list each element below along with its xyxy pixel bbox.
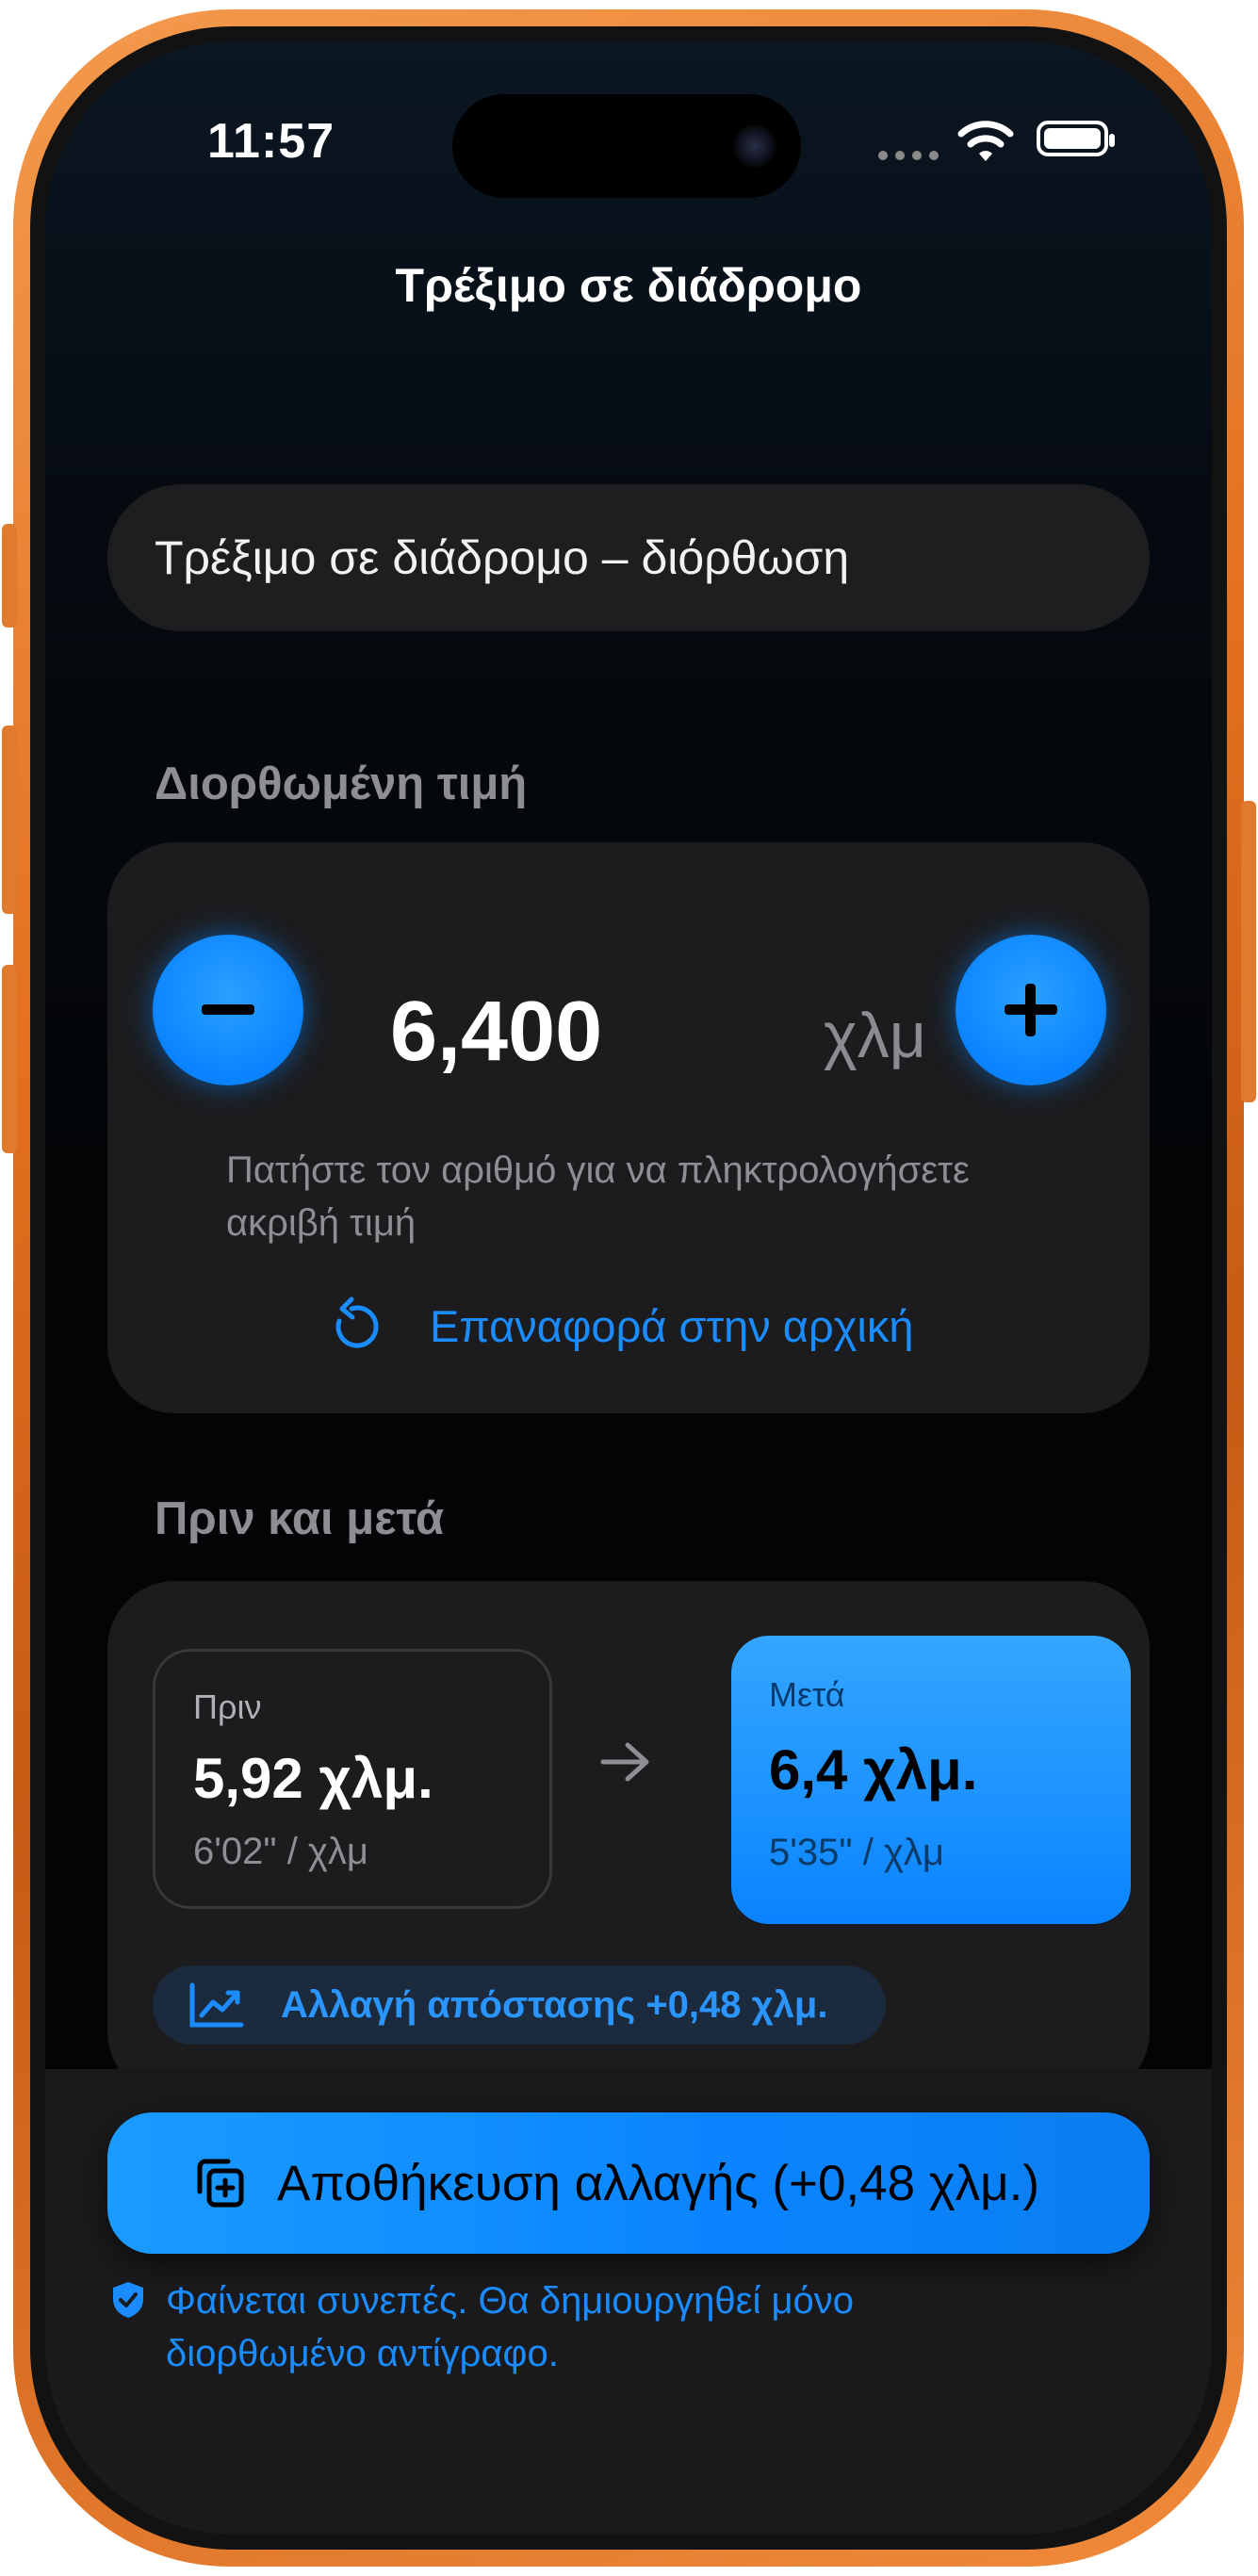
volume-down-button bbox=[2, 965, 17, 1153]
wifi-icon bbox=[957, 121, 1014, 161]
consistency-note: Φαίνεται συνεπές. Θα δημιουργηθεί μόνο δ… bbox=[111, 2274, 995, 2380]
battery-icon bbox=[1037, 121, 1115, 156]
save-change-button[interactable]: Αποθήκευση αλλαγής (+0,48 χλμ.) bbox=[107, 2112, 1150, 2254]
before-box: Πριν 5,92 χλμ. 6'02" / χλμ bbox=[153, 1649, 552, 1909]
distance-change-badge: Αλλαγή απόστασης +0,48 χλμ. bbox=[153, 1965, 886, 2045]
reset-icon bbox=[335, 1296, 379, 1348]
volume-up-button bbox=[2, 726, 17, 914]
reset-label: Επαναφορά στην αρχική bbox=[430, 1300, 914, 1351]
before-distance: 5,92 χλμ. bbox=[193, 1747, 433, 1810]
before-after-card: Πριν 5,92 χλμ. 6'02" / χλμ Μετά 6,4 χλμ.… bbox=[107, 1581, 1150, 2099]
power-button bbox=[1241, 801, 1256, 1102]
edit-hint: Πατήστε τον αριθμό για να πληκτρολογήσετ… bbox=[226, 1149, 970, 1244]
status-time: 11:57 bbox=[207, 114, 335, 169]
minus-icon bbox=[202, 1004, 254, 1015]
after-distance: 6,4 χλμ. bbox=[769, 1738, 978, 1802]
workout-name-field[interactable]: Τρέξιμο σε διάδρομο – διόρθωση bbox=[107, 484, 1150, 631]
reset-button[interactable]: Επαναφορά στην αρχική bbox=[326, 1296, 913, 1355]
before-pace: 6'02" / χλμ bbox=[193, 1831, 368, 1872]
nav-title: Τρέξιμο σε διάδρομο bbox=[395, 259, 862, 312]
corrected-value-section-title: Διορθωμένη τιμή bbox=[155, 758, 528, 809]
save-change-label: Αποθήκευση αλλαγής (+0,48 χλμ.) bbox=[277, 2155, 1040, 2211]
after-box: Μετά 6,4 χλμ. 5'35" / χλμ bbox=[731, 1636, 1131, 1924]
action-button bbox=[2, 524, 17, 628]
distance-change-label: Αλλαγή απόστασης +0,48 χλμ. bbox=[281, 1983, 828, 2026]
arrow-right-icon bbox=[600, 1742, 649, 1782]
before-after-section-title: Πριν και μετά bbox=[155, 1493, 445, 1544]
shield-check-icon bbox=[113, 2282, 143, 2318]
front-camera bbox=[733, 124, 776, 168]
distance-unit: χλμ bbox=[824, 1000, 926, 1071]
app-screen: 11:57 Τρέξιμο σε διάδρομο Τρέξιμο σε διά… bbox=[45, 41, 1212, 2535]
before-caption: Πριν bbox=[193, 1687, 262, 1726]
cellular-signal-icon bbox=[878, 151, 939, 160]
after-caption: Μετά bbox=[769, 1675, 845, 1714]
duplicate-plus-icon bbox=[197, 2159, 244, 2208]
decrement-button[interactable] bbox=[153, 935, 303, 1085]
home-indicator bbox=[450, 2489, 807, 2501]
trend-chart-icon bbox=[189, 1982, 244, 2028]
after-pace: 5'35" / χλμ bbox=[769, 1832, 944, 1873]
dynamic-island bbox=[452, 94, 801, 198]
consistency-note-text: Φαίνεται συνεπές. Θα δημιουργηθεί μόνο δ… bbox=[166, 2280, 854, 2374]
distance-value[interactable]: 6,400 bbox=[390, 984, 602, 1081]
corrected-value-card: 6,400 χλμ Πατήστε τον αριθμό για να πληκ… bbox=[107, 842, 1150, 1413]
increment-button[interactable] bbox=[956, 935, 1106, 1085]
